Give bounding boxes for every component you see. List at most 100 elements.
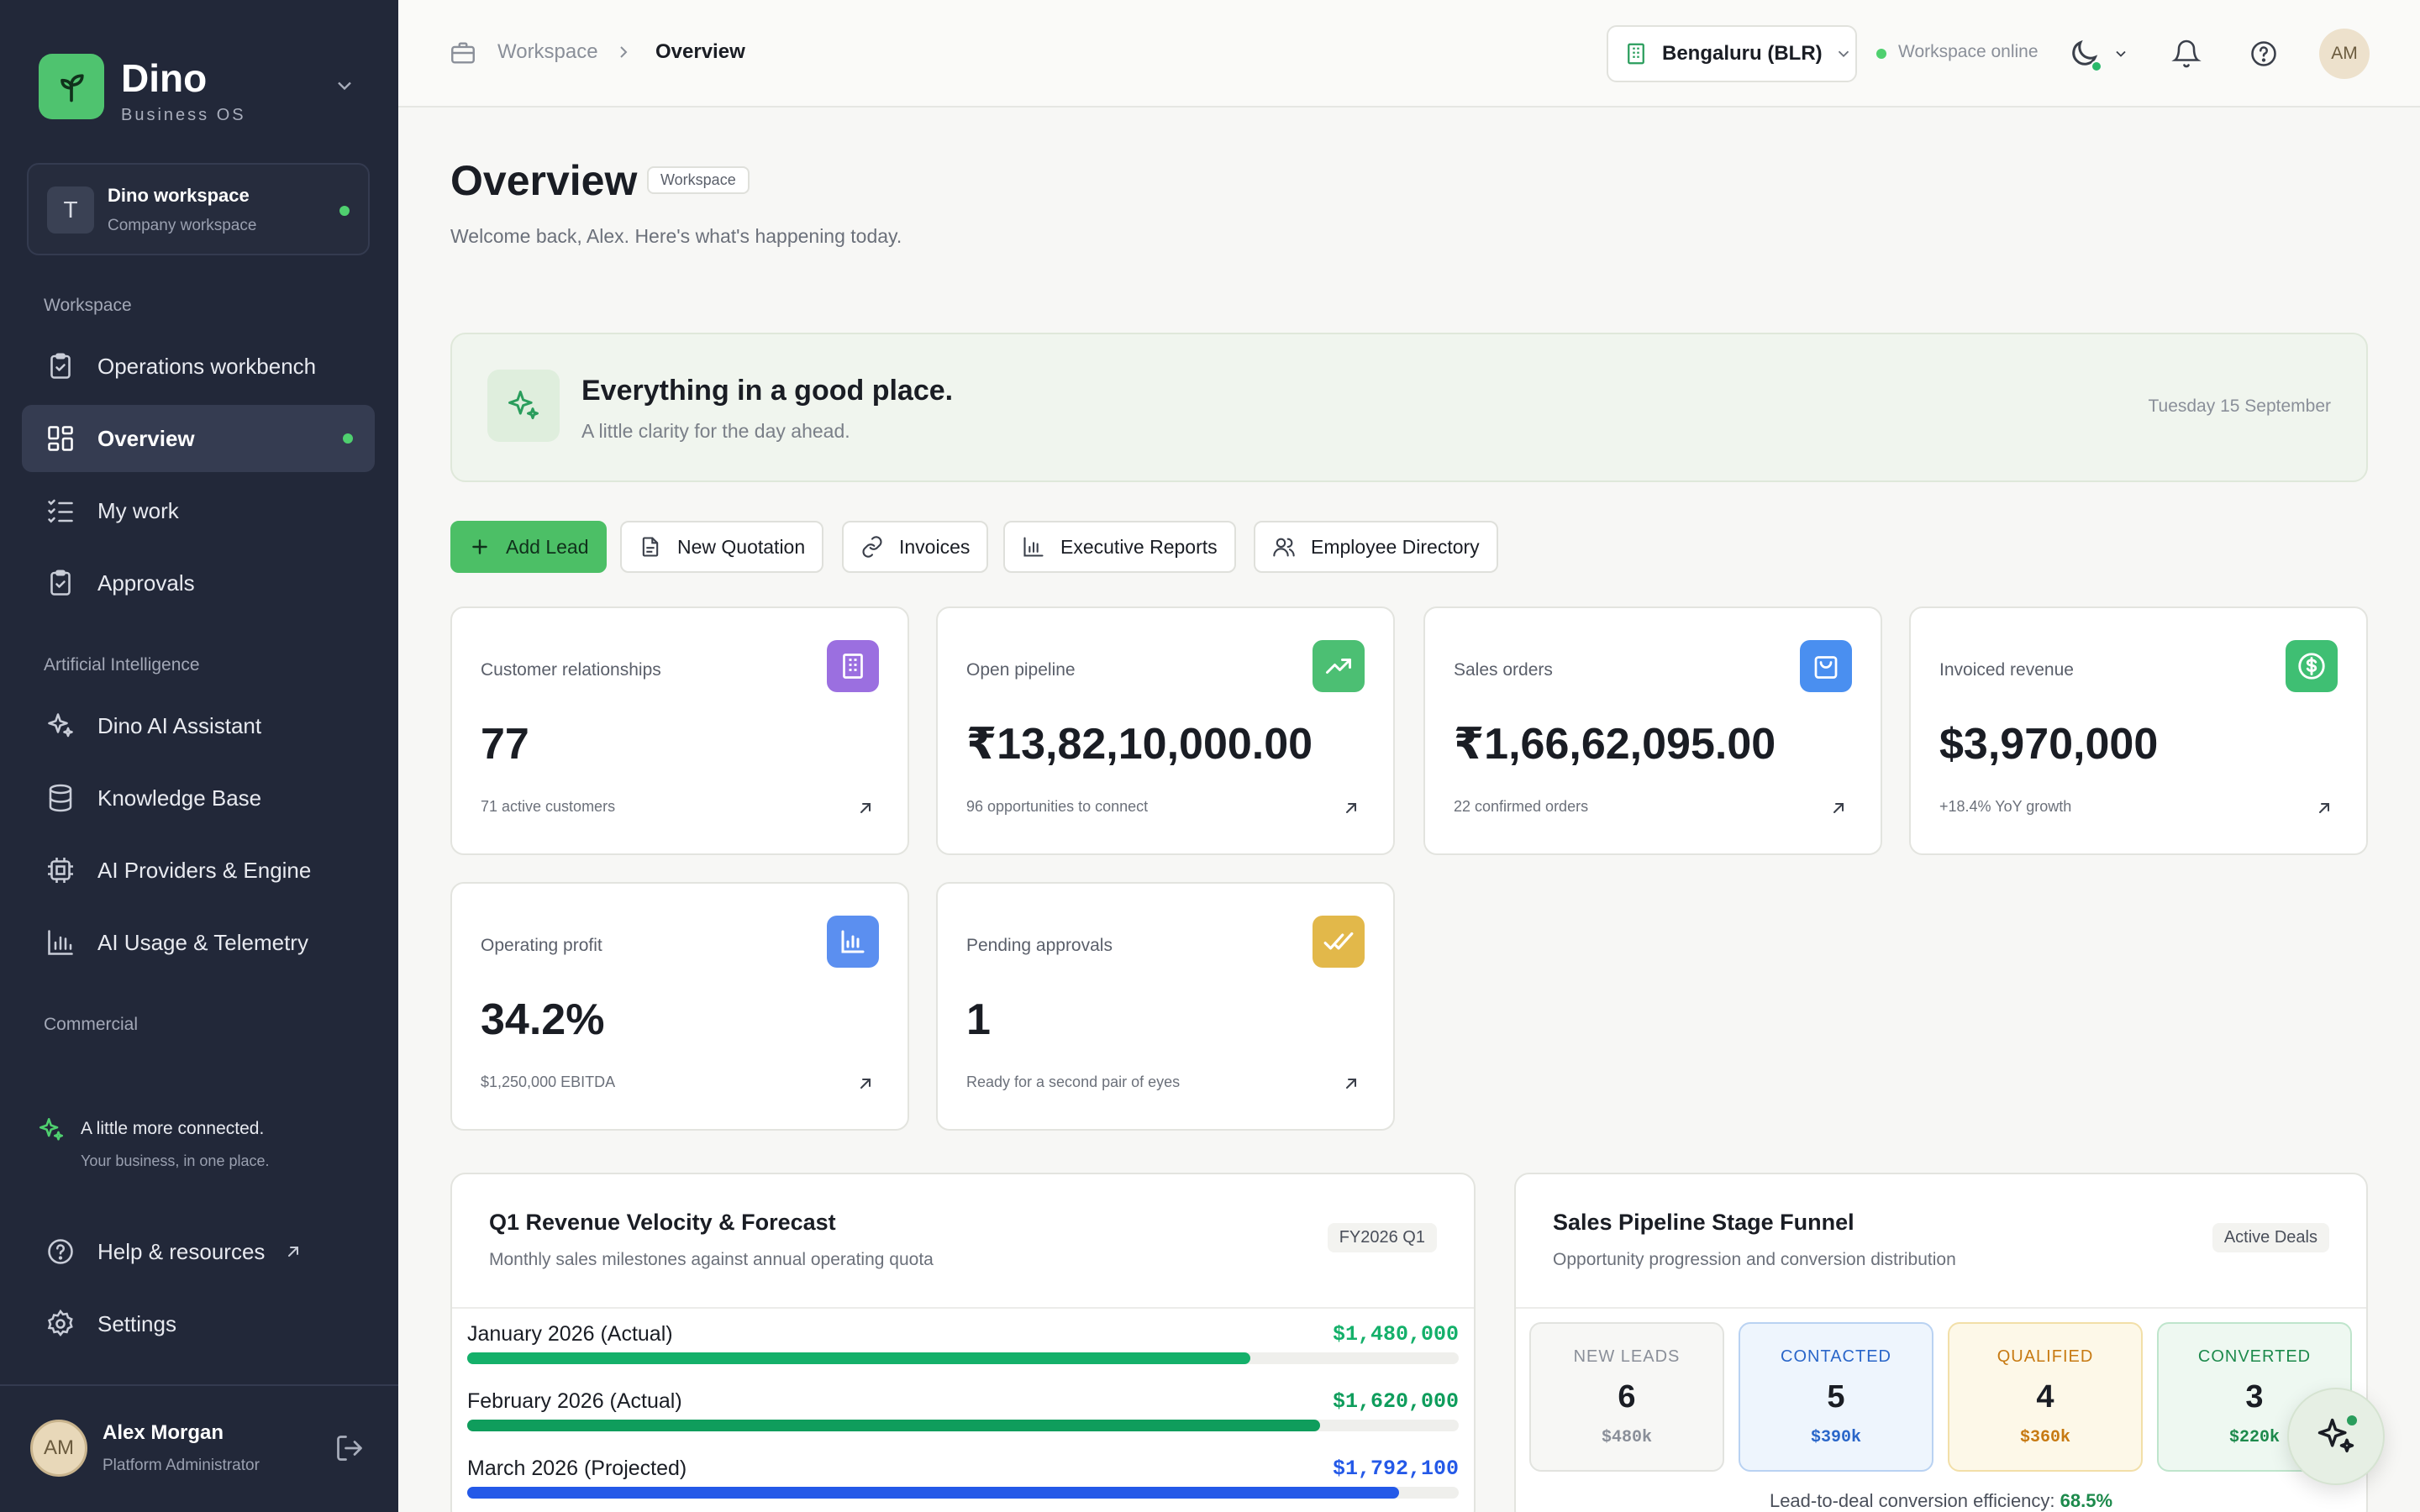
kpi-subtext: $1,250,000 EBITDA <box>481 1074 616 1090</box>
stage-name: NEW LEADS <box>1573 1347 1681 1366</box>
workspace-switcher[interactable]: T Dino workspace Company workspace <box>27 163 370 255</box>
progress-track <box>467 1420 1459 1431</box>
brand-name: Dino <box>121 56 208 100</box>
clipboard-check-icon <box>44 566 77 600</box>
sidebar-item-dino-ai-assistant[interactable]: Dino AI Assistant <box>22 692 375 759</box>
kpi-value: 1 <box>966 995 991 1044</box>
sidebar-item-approvals[interactable]: Approvals <box>22 549 375 617</box>
kpi-value: 34.2% <box>481 995 605 1044</box>
help-circle-icon <box>44 1235 77 1268</box>
sidebar-item-label: Knowledge Base <box>97 785 262 811</box>
sidebar-item-ai-providers[interactable]: AI Providers & Engine <box>22 837 375 904</box>
executive-reports-button[interactable]: Executive Reports <box>1003 521 1236 573</box>
kpi-label: Sales orders <box>1454 660 1553 680</box>
avatar[interactable]: AM <box>30 1420 87 1477</box>
sprout-icon <box>39 54 104 119</box>
funnel-stage-qualified[interactable]: QUALIFIED 4 $360k <box>1948 1322 2143 1472</box>
panel-subtitle: Monthly sales milestones against annual … <box>489 1250 934 1269</box>
sidebar-item-help[interactable]: Help & resources <box>22 1218 375 1285</box>
building-icon <box>827 640 879 692</box>
chevron-right-icon <box>613 42 634 66</box>
kpi-card-pending-approvals[interactable]: Pending approvals 1 Ready for a second p… <box>936 882 1395 1131</box>
kpi-value: ₹13,82,10,000.00 <box>966 720 1313 769</box>
avatar[interactable]: AM <box>2319 29 2370 79</box>
building-icon <box>1623 41 1649 66</box>
stage-count: 5 <box>1827 1379 1845 1415</box>
funnel-stage-new-leads[interactable]: NEW LEADS 6 $480k <box>1529 1322 1724 1472</box>
stage-value: $480k <box>1601 1428 1652 1447</box>
sidebar-item-label: Overview <box>97 425 195 451</box>
kpi-label: Customer relationships <box>481 660 661 680</box>
sidebar-item-my-work[interactable]: My work <box>22 477 375 544</box>
kpi-card-operating-profit[interactable]: Operating profit 34.2% $1,250,000 EBITDA <box>450 882 909 1131</box>
section-label-ai: Artificial Intelligence <box>44 655 200 675</box>
brand-subtitle: Business OS <box>121 106 246 124</box>
revenue-row-label: January 2026 (Actual) <box>467 1322 673 1346</box>
banner-title: Everything in a good place. <box>581 375 954 407</box>
sidebar-item-label: AI Usage & Telemetry <box>97 929 308 955</box>
kpi-card-open-pipeline[interactable]: Open pipeline ₹13,82,10,000.00 96 opport… <box>936 606 1395 855</box>
connect-promo: A little more connected. Your business, … <box>37 1116 270 1169</box>
sidebar-item-settings[interactable]: Settings <box>22 1290 375 1357</box>
breadcrumb-root[interactable]: Workspace <box>497 40 598 64</box>
bell-icon[interactable] <box>2171 39 2202 73</box>
logout-icon[interactable] <box>334 1433 365 1467</box>
sidebar-item-operations-workbench[interactable]: Operations workbench <box>22 333 375 400</box>
kpi-subtext: 96 opportunities to connect <box>966 798 1149 815</box>
funnel-stage-contacted[interactable]: CONTACTED 5 $390k <box>1739 1322 1933 1472</box>
dollar-circle-icon <box>2286 640 2338 692</box>
sidebar-item-ai-usage[interactable]: AI Usage & Telemetry <box>22 909 375 976</box>
sidebar-item-overview[interactable]: Overview <box>22 405 375 472</box>
kpi-subtext: 71 active customers <box>481 798 616 815</box>
button-label: Add Lead <box>506 535 589 558</box>
sparkles-icon <box>44 709 77 743</box>
kpi-subtext: 22 confirmed orders <box>1454 798 1589 815</box>
period-badge: FY2026 Q1 <box>1327 1223 1437 1252</box>
progress-fill <box>467 1487 1400 1499</box>
ai-assistant-button[interactable] <box>2287 1388 2385 1485</box>
arrow-up-right-icon[interactable] <box>2314 798 2334 822</box>
list-checks-icon <box>44 494 77 528</box>
invoices-button[interactable]: Invoices <box>842 521 989 573</box>
gear-icon <box>44 1307 77 1341</box>
section-label-workspace: Workspace <box>44 296 132 315</box>
workspace-name: Dino workspace <box>108 185 250 206</box>
chevron-down-icon <box>2112 45 2129 66</box>
stage-name: CONVERTED <box>2197 1347 2312 1366</box>
arrow-up-right-icon[interactable] <box>855 798 876 822</box>
sidebar-item-knowledge-base[interactable]: Knowledge Base <box>22 764 375 832</box>
link-icon <box>860 535 884 559</box>
kpi-card-customer-relationships[interactable]: Customer relationships 77 71 active cust… <box>450 606 909 855</box>
arrow-up-right-icon[interactable] <box>855 1074 876 1098</box>
chevron-down-icon[interactable] <box>333 74 356 102</box>
progress-track <box>467 1352 1459 1364</box>
kpi-label: Open pipeline <box>966 660 1076 680</box>
add-lead-button[interactable]: Add Lead <box>450 521 608 573</box>
help-circle-icon[interactable] <box>2249 39 2279 73</box>
arrow-up-right-icon[interactable] <box>1341 798 1361 822</box>
bar-chart-icon <box>44 926 77 959</box>
kpi-subtext: +18.4% YoY growth <box>1939 798 2072 815</box>
status-banner: Everything in a good place. A little cla… <box>450 333 2368 482</box>
progress-fill <box>467 1352 1251 1364</box>
employee-directory-button[interactable]: Employee Directory <box>1254 521 1498 573</box>
location-selector[interactable]: Bengaluru (BLR) <box>1607 25 1857 82</box>
new-quotation-button[interactable]: New Quotation <box>620 521 824 573</box>
trending-up-icon <box>1313 640 1365 692</box>
bar-chart-icon <box>1022 535 1045 559</box>
user-name: Alex Morgan <box>103 1421 224 1444</box>
arrow-up-right-icon[interactable] <box>1341 1074 1361 1098</box>
brand[interactable]: Dino Business OS <box>39 54 244 124</box>
active-deals-badge: Active Deals <box>2212 1223 2329 1252</box>
revenue-row-label: February 2026 (Actual) <box>467 1389 682 1413</box>
workspace-type: Company workspace <box>108 217 257 234</box>
location-label: Bengaluru (BLR) <box>1662 42 1823 65</box>
connect-title: A little more connected. <box>81 1119 265 1138</box>
arrow-up-right-icon[interactable] <box>1828 798 1849 822</box>
button-label: Executive Reports <box>1060 535 1218 558</box>
banner-subtitle: A little clarity for the day ahead. <box>581 420 850 442</box>
revenue-row-label: March 2026 (Projected) <box>467 1457 687 1480</box>
kpi-card-sales-orders[interactable]: Sales orders ₹1,66,62,095.00 22 confirme… <box>1423 606 1882 855</box>
kpi-card-invoiced-revenue[interactable]: Invoiced revenue $3,970,000 +18.4% YoY g… <box>1909 606 2368 855</box>
kpi-label: Invoiced revenue <box>1939 660 2074 680</box>
